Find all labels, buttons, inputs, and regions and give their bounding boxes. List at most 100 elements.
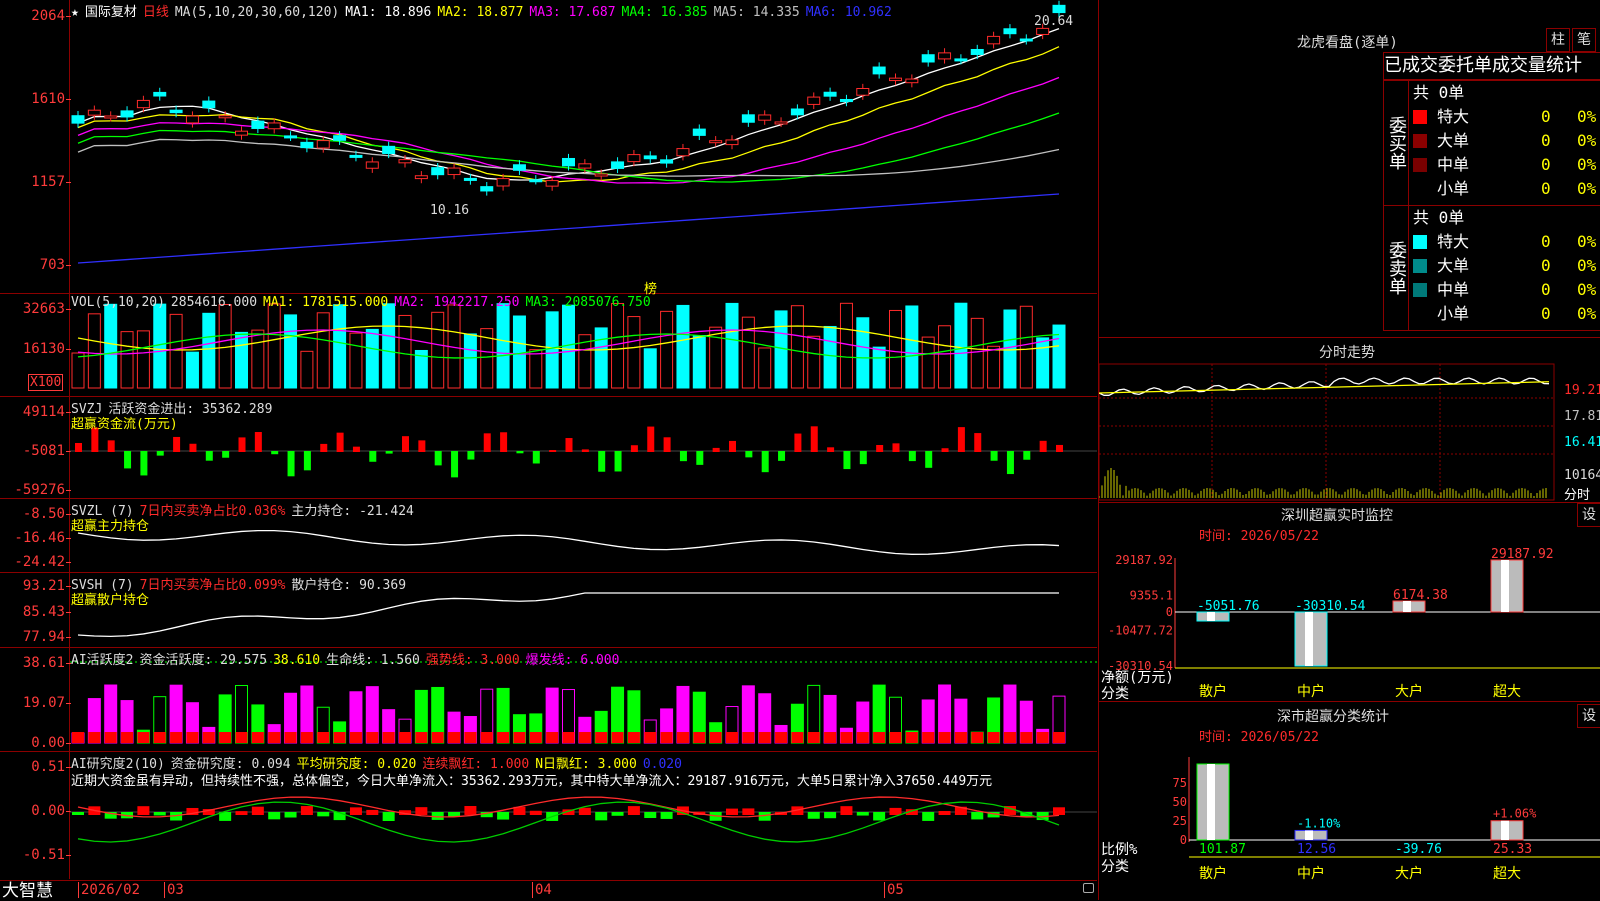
activity-base [431, 732, 444, 743]
activity-base [88, 732, 101, 743]
sell-row: 大单 0 0% [1409, 254, 1600, 278]
activity-base [317, 732, 330, 743]
activity-base [922, 732, 935, 743]
candle [202, 100, 216, 109]
volume-bar [496, 303, 510, 389]
lhb-tabs[interactable]: 已成交委托单成交量统计 [1383, 52, 1600, 80]
research-bar [382, 812, 395, 821]
flow-bar [745, 451, 753, 458]
ma3-value: MA3: 17.687 [529, 5, 616, 20]
svzl-subtitle: 超赢主力持仓 [71, 519, 150, 534]
high-price-label: 20.64 [1034, 14, 1074, 29]
classify-chart[interactable]: 75 50 25 0 101.87 散户 12.56 -1.10% 中户 -39.76 大户 25.3… [1099, 702, 1600, 900]
flow-bar [876, 444, 884, 452]
lock-icon[interactable] [1083, 883, 1094, 893]
kline-chart[interactable] [0, 0, 1097, 293]
volume-panel[interactable]: 32663 16130 X100 VOL(5,10,20) 2854616.000… [0, 294, 1097, 397]
flow-bar [451, 451, 459, 478]
flow-bar [794, 433, 802, 452]
bar-view-button[interactable]: 柱 [1546, 28, 1570, 52]
research-bar [627, 806, 640, 815]
candle [136, 99, 150, 109]
flow-bar [107, 440, 115, 452]
sz-classify-panel[interactable]: 深市超赢分类统计 设 时间: 2026/05/22 75 50 25 0 101.87 散… [1098, 702, 1600, 900]
volume-bar [431, 311, 445, 389]
activity-base [726, 732, 738, 743]
svzl-panel[interactable]: -8.50 -16.46 -24.42 SVZL (7) 7日内买卖净占比0.03… [0, 499, 1097, 573]
flow-bar [124, 451, 132, 469]
candle [856, 87, 870, 96]
tick-view-button[interactable]: 笔 [1572, 28, 1596, 52]
flow-bar [925, 451, 933, 468]
candle [1052, 4, 1066, 14]
candle [349, 154, 363, 158]
volume-bar [267, 303, 281, 389]
research-bar [72, 812, 84, 815]
activity-base [758, 732, 771, 743]
ai1-name: AI活跃度2 [71, 653, 134, 668]
volume-bar [660, 310, 674, 389]
activity-base [824, 732, 837, 743]
intraday-panel[interactable]: 分时走势 19.21 17.81 16.41 1016422 分时 [1098, 338, 1600, 503]
vol-value: 2854616.000 [170, 295, 258, 310]
activity-base [137, 732, 150, 743]
volume-bar [1036, 337, 1050, 389]
activity-base [709, 732, 722, 743]
candle [611, 161, 625, 169]
volume-bar [87, 313, 101, 389]
volume-bar [169, 313, 183, 389]
candle [316, 140, 330, 149]
activity-base [1020, 732, 1033, 743]
flow-bar [957, 427, 965, 452]
ma-legend: ★ 国际复材 日线 MA(5,10,20,30,60,120) MA1: 18.896 M… [71, 1, 898, 20]
flow-bar [467, 451, 475, 460]
intraday-chart[interactable] [1099, 338, 1600, 502]
order-pct: 0% [1577, 304, 1597, 323]
monitor-chart[interactable]: 29187.92 9355.1 0 -10477.72 -30310.54 -5051.7… [1099, 503, 1600, 701]
activity-base [660, 732, 673, 743]
research-bar [873, 812, 886, 821]
activity-base [251, 732, 264, 743]
candle [905, 78, 919, 84]
svsh-panel[interactable]: 93.21 85.43 77.94 SVSH (7) 7日内买卖净占比0.099%… [0, 573, 1097, 648]
kline-panel[interactable]: 2064 1610 1157 703 ★ 国际复材 日线 MA(5,10,20,30,… [0, 0, 1097, 297]
flow-bar [189, 443, 197, 452]
research-bar [840, 806, 853, 815]
research-bar [415, 807, 428, 815]
sz-monitor-panel[interactable]: 深圳超赢实时监控 设 时间: 2026/05/22 29187.92 9355.1… [1098, 503, 1600, 702]
research-bar [938, 810, 951, 815]
activity-base [1003, 732, 1016, 743]
buy-row: 小单 0 0% [1409, 177, 1600, 201]
volume-bar [856, 317, 870, 389]
monitor-category: 大户 [1395, 683, 1423, 700]
order-type: 大单 [1437, 256, 1470, 275]
activity-base [562, 732, 575, 743]
volume-bar [1003, 309, 1017, 389]
order-type: 特大 [1437, 107, 1470, 126]
activity-base [693, 732, 706, 743]
volume-bar [463, 333, 477, 389]
activity-base [1053, 732, 1065, 743]
stock-name: 国际复材 [84, 5, 137, 20]
activity-base [595, 732, 608, 743]
research-bar [366, 809, 379, 815]
activity-base [611, 732, 624, 743]
flow-bar [696, 451, 704, 465]
order-count: 0 [1541, 107, 1551, 126]
research-bar [137, 806, 150, 815]
svsh-ratio: 7日内买卖净占比0.099% [139, 578, 286, 593]
ai-research-panel[interactable]: 0.51 0.00 -0.51 AI研究度2(10) 资金研究度: 0.094 平均… [0, 752, 1097, 879]
activity-base [284, 732, 297, 743]
date-tick: 04 [532, 882, 552, 898]
svsh-subtitle: 超赢散户持仓 [71, 593, 150, 608]
candle [463, 177, 477, 181]
svzj-panel[interactable]: 49114 -5081 -59276 SVZJ 活跃资金进出: 35362.289… [0, 397, 1097, 499]
flow-bar [385, 451, 393, 454]
research-bar [153, 812, 166, 816]
activity-base [873, 732, 886, 743]
activity-base [415, 732, 428, 743]
ai-activity-panel[interactable]: 38.61 19.07 0.00 AI活跃度2 资金活跃度: 29.575 38.6… [0, 648, 1097, 752]
classify-category: 超大 [1493, 866, 1521, 882]
lhb-panel[interactable]: 龙虎看盘(逐单) 柱 笔 已成交委托单成交量统计 委买单 共 0单 特大 0 0% 大… [1098, 0, 1600, 338]
buy-row: 中单 0 0% [1409, 153, 1600, 177]
